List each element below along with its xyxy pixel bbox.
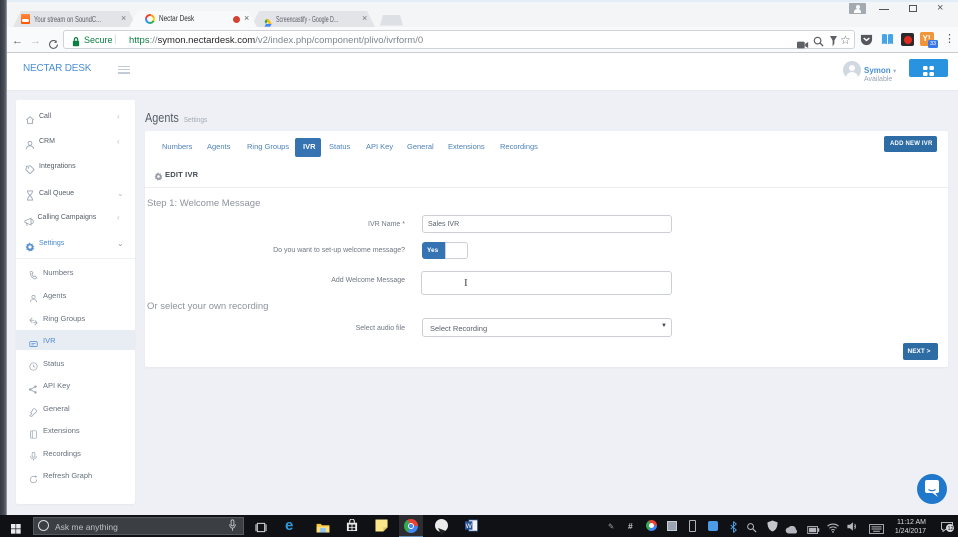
svg-text:W: W [466,523,473,530]
